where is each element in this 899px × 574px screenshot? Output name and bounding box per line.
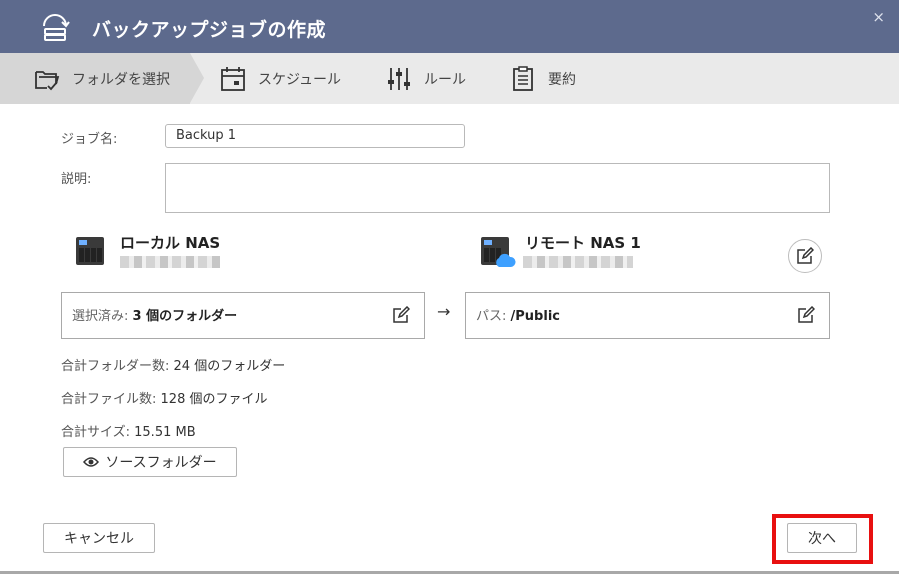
backup-logo-icon (43, 14, 70, 41)
next-button-highlight (772, 514, 873, 564)
job-name-label: ジョブ名: (61, 132, 118, 147)
step-summary[interactable]: 要約 (510, 53, 576, 104)
eye-icon (83, 457, 100, 467)
local-nas-name: ローカル NAS (120, 234, 221, 252)
edit-icon[interactable] (392, 306, 410, 324)
arrow-right-icon: → (437, 302, 451, 321)
step-label: フォルダを選択 (72, 71, 170, 88)
cancel-button[interactable]: キャンセル (43, 523, 155, 553)
remote-path-box: パス: /Public (465, 292, 830, 339)
nas-device-icon (76, 237, 104, 265)
title-bar: バックアップジョブの作成 × (0, 0, 899, 53)
step-label: 要約 (548, 71, 576, 88)
edit-icon (797, 247, 814, 264)
clipboard-icon (513, 65, 533, 91)
folder-check-icon (35, 70, 60, 90)
close-icon[interactable]: × (872, 8, 885, 26)
step-arrow (190, 53, 204, 103)
total-folders-row: 合計フォルダー数: 24 個のフォルダー (61, 359, 286, 374)
total-folders-value: 24 個のフォルダー (173, 359, 286, 374)
source-folder-button[interactable]: ソースフォルダー (63, 447, 237, 477)
backup-job-dialog: バックアップジョブの作成 × フォルダを選択 スケジュール ルール 要約 ジョブ… (0, 0, 899, 574)
remote-path-text: パス: /Public (476, 309, 560, 324)
total-size-row: 合計サイズ: 15.51 MB (61, 425, 196, 440)
source-folder-label: ソースフォルダー (105, 455, 217, 471)
wizard-steps: フォルダを選択 スケジュール ルール 要約 (0, 53, 899, 104)
total-size-value: 15.51 MB (134, 425, 196, 440)
sliders-icon (388, 67, 410, 90)
description-textarea[interactable] (165, 163, 830, 213)
job-name-input[interactable]: Backup 1 (165, 124, 465, 148)
calendar-icon (221, 66, 245, 91)
step-select-folder[interactable]: フォルダを選択 (0, 53, 190, 104)
cloud-icon (496, 253, 516, 267)
step-label: スケジュール (258, 71, 342, 88)
selected-folders-count: 3 個のフォルダー (132, 309, 238, 324)
remote-nas-ip-redacted (523, 256, 633, 268)
remote-path-value: /Public (510, 309, 560, 324)
remote-nas-name: リモート NAS 1 (525, 234, 641, 252)
dialog-title: バックアップジョブの作成 (92, 19, 327, 41)
step-schedule[interactable]: スケジュール (220, 53, 341, 104)
selected-folders-box: 選択済み: 3 個のフォルダー (61, 292, 425, 339)
description-label: 説明: (61, 172, 92, 187)
total-files-value: 128 個のファイル (160, 392, 268, 407)
edit-remote-button[interactable] (788, 239, 822, 273)
step-rules[interactable]: ルール (386, 53, 466, 104)
selected-folders-text: 選択済み: 3 個のフォルダー (72, 309, 238, 324)
step-label: ルール (424, 71, 466, 88)
total-files-row: 合計ファイル数: 128 個のファイル (61, 392, 268, 407)
local-nas-ip-redacted (120, 256, 220, 268)
edit-icon[interactable] (797, 306, 815, 324)
